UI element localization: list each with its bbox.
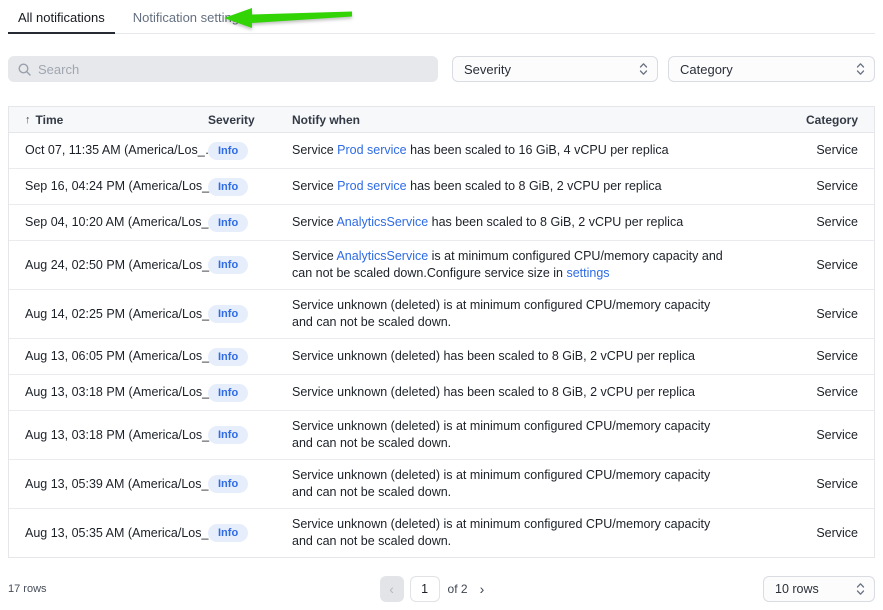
notify-when-cell: Service unknown (deleted) is at minimum … [292, 467, 744, 501]
severity-badge: Info [208, 475, 248, 493]
category-cell: Service [748, 214, 874, 231]
severity-badge: Info [208, 142, 248, 160]
notify-when-cell: Service unknown (deleted) has been scale… [292, 384, 744, 401]
time-cell: Sep 16, 04:24 PM (America/Los_… [9, 178, 208, 195]
chevron-left-icon: ‹ [389, 581, 394, 597]
notify-link[interactable]: Prod service [337, 179, 406, 193]
notify-when-cell: Service Prod service has been scaled to … [292, 142, 744, 159]
column-header-time[interactable]: ↑ Time [9, 113, 208, 127]
notifications-page: All notifications Notification settings … [0, 0, 883, 610]
table-row[interactable]: Aug 14, 02:25 PM (America/Los_…Info Servi… [9, 290, 874, 339]
severity-cell: Info [208, 384, 292, 402]
notify-link[interactable]: Prod service [337, 143, 406, 157]
category-cell: Service [748, 427, 874, 444]
severity-cell: Info [208, 142, 292, 160]
category-cell: Service [748, 348, 874, 365]
notify-when-cell: Service unknown (deleted) is at minimum … [292, 418, 744, 452]
category-cell: Service [748, 384, 874, 401]
page-size-label: 10 rows [775, 582, 819, 596]
severity-badge: Info [208, 384, 248, 402]
table-body: Oct 07, 11:35 AM (America/Los_…InfoServi… [9, 133, 874, 557]
tab-bar: All notifications Notification settings [8, 0, 875, 34]
severity-badge: Info [208, 214, 248, 232]
time-cell: Aug 24, 02:50 PM (America/Los_… [9, 257, 208, 274]
notify-when-cell: Service unknown (deleted) is at minimum … [292, 516, 744, 550]
table-row[interactable]: Aug 13, 05:39 AM (America/Los_…Info Servi… [9, 460, 874, 509]
row-count-label: 17 rows [8, 583, 47, 595]
table-header: ↑ Time Severity Notify when Category [9, 107, 874, 133]
severity-cell: Info [208, 305, 292, 323]
table-footer: 17 rows ‹ of 2 › 10 rows [8, 575, 875, 602]
page-size-select[interactable]: 10 rows [763, 576, 875, 602]
page-count-label: of 2 [448, 582, 468, 596]
table-row[interactable]: Aug 24, 02:50 PM (America/Los_…Info Servi… [9, 241, 874, 290]
time-cell: Sep 04, 10:20 AM (America/Los_… [9, 214, 208, 231]
search-input[interactable] [38, 62, 428, 77]
severity-badge: Info [208, 524, 248, 542]
severity-cell: Info [208, 256, 292, 274]
page-number-input[interactable] [410, 576, 440, 602]
severity-badge: Info [208, 178, 248, 196]
notify-when-cell: Service unknown (deleted) is at minimum … [292, 297, 744, 331]
time-cell: Aug 13, 05:35 AM (America/Los_… [9, 525, 208, 542]
chevron-up-down-icon [856, 62, 865, 76]
notifications-table: ↑ Time Severity Notify when Category Oct… [8, 106, 875, 558]
table-row[interactable]: Oct 07, 11:35 AM (America/Los_…Info Servi… [9, 133, 874, 169]
notify-when-cell: Service Prod service has been scaled to … [292, 178, 744, 195]
category-cell: Service [748, 257, 874, 274]
notify-link[interactable]: AnalyticsService [336, 215, 428, 229]
severity-cell: Info [208, 426, 292, 444]
category-select-label: Category [680, 62, 733, 77]
table-row[interactable]: Aug 13, 05:35 AM (America/Los_…Info Servi… [9, 509, 874, 557]
notify-link[interactable]: AnalyticsService [336, 249, 428, 263]
severity-cell: Info [208, 475, 292, 493]
severity-badge: Info [208, 348, 248, 366]
notify-link[interactable]: settings [566, 266, 609, 280]
table-row[interactable]: Sep 16, 04:24 PM (America/Los_…Info Servi… [9, 169, 874, 205]
pagination: ‹ of 2 › [380, 576, 489, 602]
severity-select-label: Severity [464, 62, 511, 77]
notify-when-cell: Service AnalyticsService has been scaled… [292, 214, 744, 231]
search-icon [18, 63, 31, 76]
time-cell: Aug 13, 03:18 PM (America/Los_… [9, 427, 208, 444]
severity-badge: Info [208, 256, 248, 274]
next-page-button[interactable]: › [476, 581, 489, 597]
notify-when-cell: Service unknown (deleted) has been scale… [292, 348, 744, 365]
notify-when-cell: Service AnalyticsService is at minimum c… [292, 248, 744, 282]
column-header-category[interactable]: Category [748, 113, 874, 127]
category-cell: Service [748, 476, 874, 493]
table-row[interactable]: Sep 04, 10:20 AM (America/Los_…Info Servi… [9, 205, 874, 241]
severity-cell: Info [208, 348, 292, 366]
previous-page-button[interactable]: ‹ [380, 576, 404, 602]
category-cell: Service [748, 525, 874, 542]
severity-select[interactable]: Severity [452, 56, 658, 82]
filter-bar: Severity Category [8, 56, 875, 82]
chevron-up-down-icon [639, 62, 648, 76]
table-row[interactable]: Aug 13, 03:18 PM (America/Los_…Info Servi… [9, 375, 874, 411]
category-cell: Service [748, 178, 874, 195]
chevron-right-icon: › [480, 581, 485, 597]
search-box[interactable] [8, 56, 438, 82]
severity-cell: Info [208, 214, 292, 232]
category-cell: Service [748, 306, 874, 323]
severity-cell: Info [208, 524, 292, 542]
chevron-up-down-icon [856, 582, 865, 596]
table-row[interactable]: Aug 13, 03:18 PM (America/Los_…Info Servi… [9, 411, 874, 460]
time-cell: Aug 14, 02:25 PM (America/Los_… [9, 306, 208, 323]
sort-ascending-icon: ↑ [25, 114, 31, 126]
time-cell: Oct 07, 11:35 AM (America/Los_… [9, 142, 208, 159]
time-cell: Aug 13, 06:05 PM (America/Los_… [9, 348, 208, 365]
severity-badge: Info [208, 426, 248, 444]
severity-cell: Info [208, 178, 292, 196]
category-select[interactable]: Category [668, 56, 875, 82]
tab-all-notifications[interactable]: All notifications [8, 4, 115, 33]
column-header-notify-when[interactable]: Notify when [292, 113, 748, 127]
category-cell: Service [748, 142, 874, 159]
time-cell: Aug 13, 03:18 PM (America/Los_… [9, 384, 208, 401]
severity-badge: Info [208, 305, 248, 323]
column-header-severity[interactable]: Severity [208, 113, 292, 127]
table-row[interactable]: Aug 13, 06:05 PM (America/Los_…Info Servi… [9, 339, 874, 375]
tab-notification-settings[interactable]: Notification settings [123, 4, 256, 33]
time-cell: Aug 13, 05:39 AM (America/Los_… [9, 476, 208, 493]
